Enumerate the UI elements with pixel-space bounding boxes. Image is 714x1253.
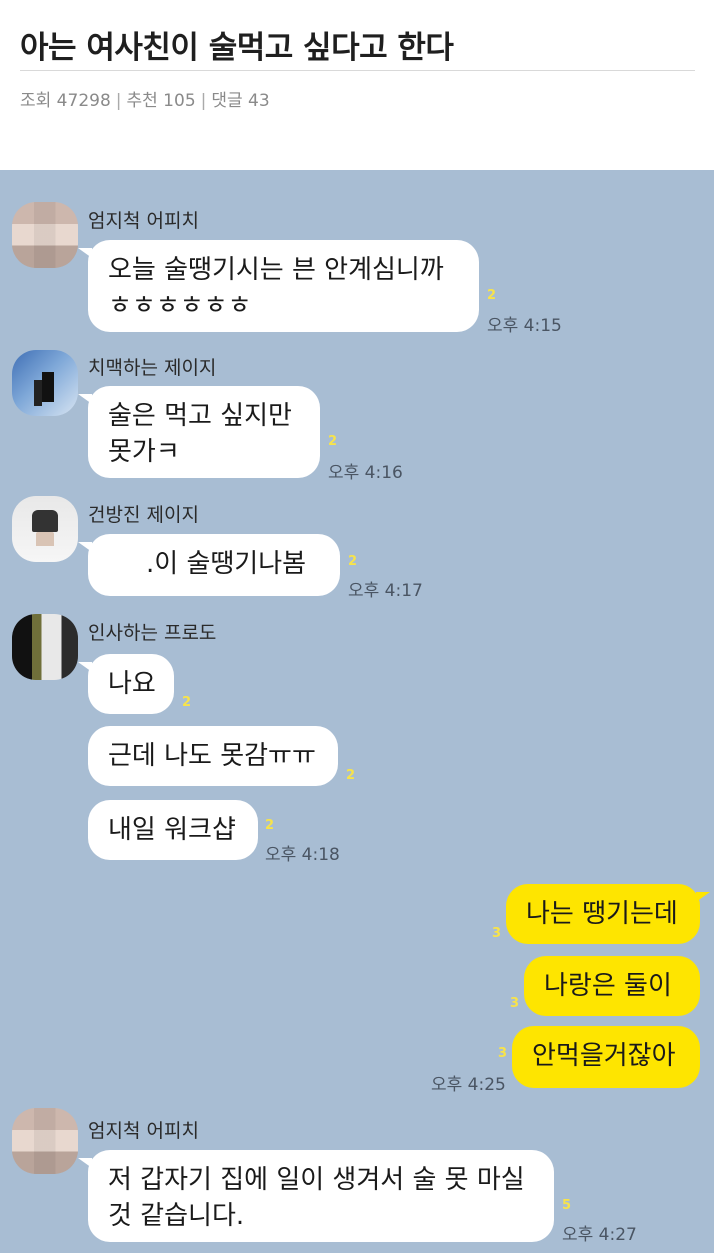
my-message-bubble: 안먹을거잖아 xyxy=(512,1026,700,1088)
message-line: 나랑은 둘이 xyxy=(544,971,672,1001)
unread-count: 2 xyxy=(265,818,275,833)
post-meta: 조회 47298 | 추천 105 | 댓글 43 xyxy=(20,86,270,111)
sender-name: 인사하는 프로도 xyxy=(88,622,217,644)
sender-name: 치맥하는 제이지 xyxy=(88,357,217,379)
view-count: 조회 47298 xyxy=(20,91,111,111)
message-line: 나는 땡기는데 xyxy=(526,899,678,929)
message-time: 오후 4:18 xyxy=(265,845,340,865)
avatar xyxy=(12,614,78,680)
message-line: .이 술땡기나봄 xyxy=(146,549,307,579)
message-time: 오후 4:27 xyxy=(562,1225,637,1245)
unread-count: 2 xyxy=(487,288,497,303)
unread-count: 3 xyxy=(510,996,520,1011)
message-bubble: 저 갑자기 집에 일이 생겨서 술 못 마실 것 같습니다. xyxy=(78,1150,554,1242)
post-header: 아는 여사친이 술먹고 싶다고 한다 조회 47298 | 추천 105 | 댓글 43 xyxy=(0,0,714,170)
unread-count: 2 xyxy=(328,434,338,449)
post-title: 아는 여사친이 술먹고 싶다고 한다 xyxy=(20,30,454,66)
message-time: 오후 4:15 xyxy=(487,316,562,336)
unread-count: 5 xyxy=(562,1198,572,1213)
message-bubble: 근데 나도 못감ㅠㅠ xyxy=(88,726,338,786)
meta-separator: | xyxy=(200,91,207,111)
message-bubble: .이 술땡기나봄 xyxy=(78,534,340,596)
avatar xyxy=(12,202,78,268)
chat-screenshot: 엄지척 어피치 오늘 술땡기시는 븐 안계심니까 ㅎㅎㅎㅎㅎㅎ 2 오후 4:1… xyxy=(0,170,714,1253)
message-line: 오늘 술땡기시는 븐 안계심니까 xyxy=(108,255,444,285)
message-line: 나요 xyxy=(108,669,156,699)
unread-count: 3 xyxy=(492,926,502,941)
comment-count[interactable]: 댓글 43 xyxy=(211,91,269,111)
message-time: 오후 4:16 xyxy=(328,463,403,483)
unread-count: 2 xyxy=(182,695,192,710)
message-bubble: 내일 워크샵 xyxy=(88,800,258,860)
unread-count: 3 xyxy=(498,1046,508,1061)
sender-name: 건방진 제이지 xyxy=(88,504,199,526)
avatar xyxy=(12,496,78,562)
sender-name: 엄지척 어피치 xyxy=(88,1120,199,1142)
avatar xyxy=(12,1108,78,1174)
unread-count: 2 xyxy=(346,768,356,783)
message-bubble: 나요 xyxy=(78,654,174,714)
avatar xyxy=(12,350,78,416)
message-time: 오후 4:25 xyxy=(431,1075,506,1095)
message-line: 못가ㅋ xyxy=(108,437,180,467)
my-message-bubble: 나는 땡기는데 xyxy=(506,884,710,944)
message-line: 술은 먹고 싶지만 xyxy=(108,401,292,431)
message-line: 안먹을거잖아 xyxy=(532,1041,676,1071)
sender-name: 엄지척 어피치 xyxy=(88,210,199,232)
meta-separator: | xyxy=(115,91,122,111)
message-line: 근데 나도 못감ㅠㅠ xyxy=(108,741,316,771)
recommend-count[interactable]: 추천 105 xyxy=(127,91,196,111)
title-divider xyxy=(20,70,695,71)
message-line: ㅎㅎㅎㅎㅎㅎ xyxy=(108,291,252,321)
message-time: 오후 4:17 xyxy=(348,581,423,601)
message-bubble: 오늘 술땡기시는 븐 안계심니까 ㅎㅎㅎㅎㅎㅎ xyxy=(78,240,479,332)
my-message-bubble: 나랑은 둘이 xyxy=(524,956,700,1016)
message-line: 것 같습니다. xyxy=(108,1201,245,1231)
message-bubble: 술은 먹고 싶지만 못가ㅋ xyxy=(78,386,320,478)
message-line: 저 갑자기 집에 일이 생겨서 술 못 마실 xyxy=(108,1165,525,1195)
unread-count: 2 xyxy=(348,554,358,569)
message-line: 내일 워크샵 xyxy=(108,815,236,845)
